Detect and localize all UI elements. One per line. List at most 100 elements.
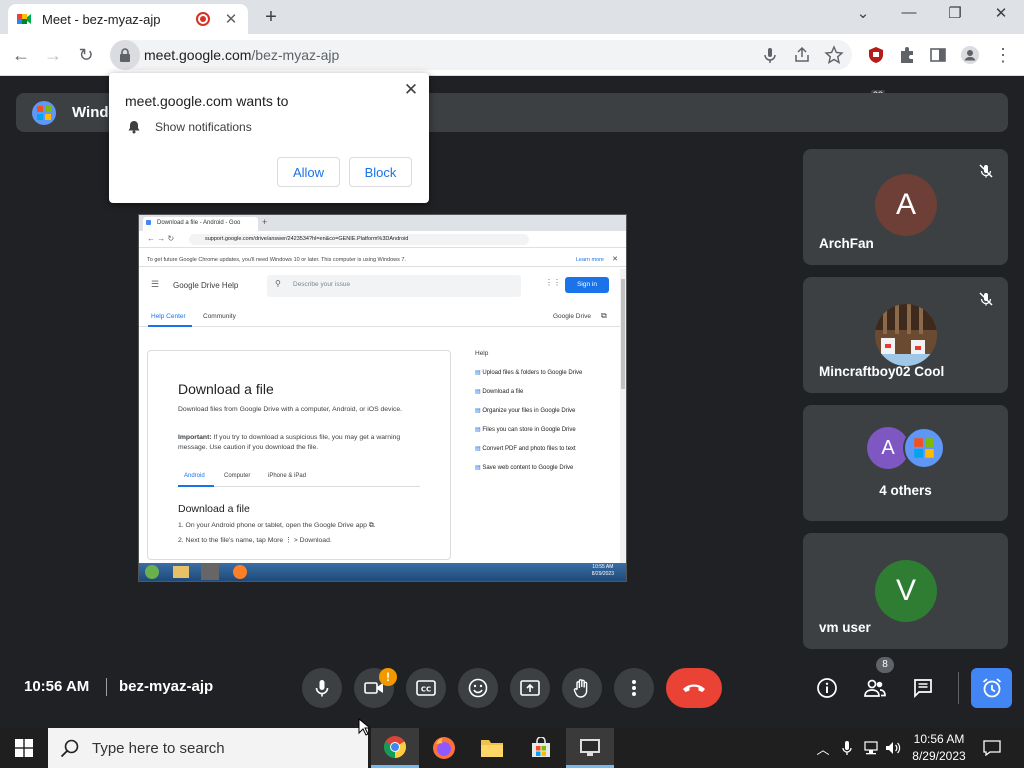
shared-search-icon: ⚲ [275, 279, 281, 288]
side-panel-icon[interactable] [928, 45, 948, 65]
meeting-time: 10:56 AM [24, 678, 90, 695]
shared-hamburger-icon: ☰ [151, 279, 160, 289]
bookmark-star-icon[interactable] [824, 45, 844, 65]
taskbar-remote-desktop[interactable] [566, 728, 614, 768]
present-screen-button[interactable] [510, 668, 550, 708]
shared-start-icon [145, 565, 159, 579]
taskbar-firefox[interactable] [420, 728, 468, 768]
shared-help-link: ▤ Convert PDF and photo files to text [475, 446, 576, 452]
system-clock[interactable]: 10:56 AM 8/29/2023 [906, 731, 972, 765]
shared-header: ☰ Google Drive Help Describe your issue … [139, 269, 626, 301]
activities-button[interactable] [971, 668, 1012, 708]
windows-taskbar: Type here to search ︿ 10:56 AM 8/29/2023 [0, 728, 1024, 768]
alarm-clock-icon [982, 678, 1001, 698]
toolbar-divider [958, 672, 959, 704]
shared-tab-help-center: Help Center [151, 313, 186, 320]
notification-center-icon[interactable] [982, 738, 1002, 758]
profile-avatar-icon[interactable] [960, 45, 980, 65]
browser-tab-bar: Meet - bez-myaz-ajp ✕ + ⌄ — ❐ ✕ [0, 0, 1024, 34]
shared-firefox-icon [233, 565, 247, 579]
microphone-button[interactable] [302, 668, 342, 708]
camera-warning-badge: ! [379, 668, 397, 686]
share-icon[interactable] [792, 45, 812, 65]
address-bar[interactable]: meet.google.com/bez-myaz-ajp [110, 40, 852, 70]
shared-sub-heading: Download a file [178, 503, 250, 515]
people-icon [864, 679, 886, 697]
shared-subnav: Help Center Community Google Drive ⧉ [139, 305, 623, 327]
shared-tab-favicon-icon [146, 220, 151, 225]
shared-external-link-icon: ⧉ [601, 311, 607, 320]
allow-button[interactable]: Allow [277, 157, 340, 187]
shared-new-tab-icon: + [262, 217, 268, 227]
present-screen-icon [520, 680, 540, 696]
shared-drive-link: Google Drive [553, 313, 591, 320]
meeting-details-button[interactable] [811, 672, 843, 704]
shared-article-intro: Download files from Google Drive with a … [178, 406, 403, 413]
shared-learn-more: Learn more [575, 257, 604, 263]
shared-clock: 10:55 AM 8/29/2023 [591, 564, 614, 577]
window-close-icon[interactable]: ✕ [978, 4, 1024, 22]
browser-toolbar: ← → ↻ meet.google.com/bez-myaz-ajp 33 ⋮ [0, 34, 1024, 101]
tab-close-icon[interactable]: ✕ [222, 10, 240, 28]
raise-hand-button[interactable] [562, 668, 602, 708]
svg-text:CC: CC [421, 686, 431, 694]
taskbar-chrome[interactable] [371, 728, 419, 768]
block-button[interactable]: Block [349, 157, 412, 187]
back-icon[interactable]: ← [8, 42, 34, 68]
shared-toolbar: ← → ↻ support.google.com/drive/answer/24… [139, 231, 626, 248]
microphone-icon[interactable] [760, 45, 780, 65]
remote-desktop-icon [580, 738, 600, 756]
participant-tile-others[interactable]: A 4 others [803, 405, 1008, 521]
shared-warning-close-icon: ✕ [612, 256, 618, 263]
tray-network-icon[interactable] [862, 738, 880, 758]
reload-icon[interactable]: ↻ [73, 42, 99, 68]
captions-button[interactable]: CC [406, 668, 446, 708]
people-button[interactable] [859, 672, 891, 704]
shared-screen: Download a file - Android - Goo + ← → ↻ … [138, 214, 627, 582]
browser-tab-meet[interactable]: Meet - bez-myaz-ajp ✕ [8, 4, 248, 34]
chrome-menu-icon[interactable]: ⋮ [990, 42, 1016, 68]
shared-article-card: Download a file Download files from Goog… [147, 350, 451, 560]
meeting-code: bez-myaz-ajp [119, 678, 214, 695]
new-tab-icon[interactable]: + [260, 6, 282, 29]
shared-help-link: ▤ Download a file [475, 389, 524, 395]
tab-title: Meet - bez-myaz-ajp [42, 11, 161, 27]
participant-tile-mincraftboy02[interactable]: Mincraftboy02 Cool [803, 277, 1008, 393]
system-date: 8/29/2023 [912, 749, 966, 763]
leave-call-button[interactable] [666, 668, 722, 708]
meet-favicon-icon [17, 14, 31, 24]
taskbar-file-explorer[interactable] [468, 728, 516, 768]
shared-article-heading: Download a file [178, 381, 274, 397]
more-options-button[interactable] [614, 668, 654, 708]
shared-help-link: ▤ Save web content to Google Drive [475, 465, 574, 471]
muted-mic-icon [979, 164, 993, 178]
shared-warning: To get future Google Chrome updates, you… [139, 253, 626, 267]
search-placeholder: Type here to search [92, 739, 225, 757]
muted-mic-icon [979, 292, 993, 306]
minimize-icon[interactable]: — [886, 4, 932, 21]
tray-microphone-icon[interactable] [838, 738, 856, 758]
shared-tab: Download a file - Android - Goo [143, 217, 258, 231]
shared-help-link: ▤ Files you can store in Google Drive [475, 427, 576, 433]
prompt-close-icon[interactable]: ✕ [401, 80, 421, 100]
forward-icon[interactable]: → [40, 42, 66, 68]
lock-icon[interactable] [110, 40, 140, 70]
chat-button[interactable] [907, 672, 939, 704]
show-hidden-icons-chevron-icon[interactable]: ︿ [814, 738, 832, 758]
participant-tile-vm-user[interactable]: V vm user [803, 533, 1008, 649]
shared-url: support.google.com/drive/answer/2423534?… [189, 234, 529, 245]
shared-platform-tabs: Android Computer iPhone & iPad [178, 469, 420, 487]
maximize-icon[interactable]: ❐ [932, 4, 978, 22]
tray-volume-icon[interactable] [884, 738, 902, 758]
tab-search-chevron-icon[interactable]: ⌄ [840, 4, 886, 22]
extension-shield-icon[interactable] [866, 45, 886, 65]
recording-indicator-icon [196, 12, 210, 26]
start-button[interactable] [0, 728, 48, 768]
shared-step-1: 1. On your Android phone or tablet, open… [178, 522, 376, 529]
more-vertical-icon [632, 680, 636, 696]
taskbar-store[interactable] [517, 728, 565, 768]
participant-tile-archfan[interactable]: A ArchFan [803, 149, 1008, 265]
emoji-reactions-button[interactable] [458, 668, 498, 708]
extensions-puzzle-icon[interactable] [897, 45, 917, 65]
taskbar-search[interactable]: Type here to search [48, 728, 368, 768]
